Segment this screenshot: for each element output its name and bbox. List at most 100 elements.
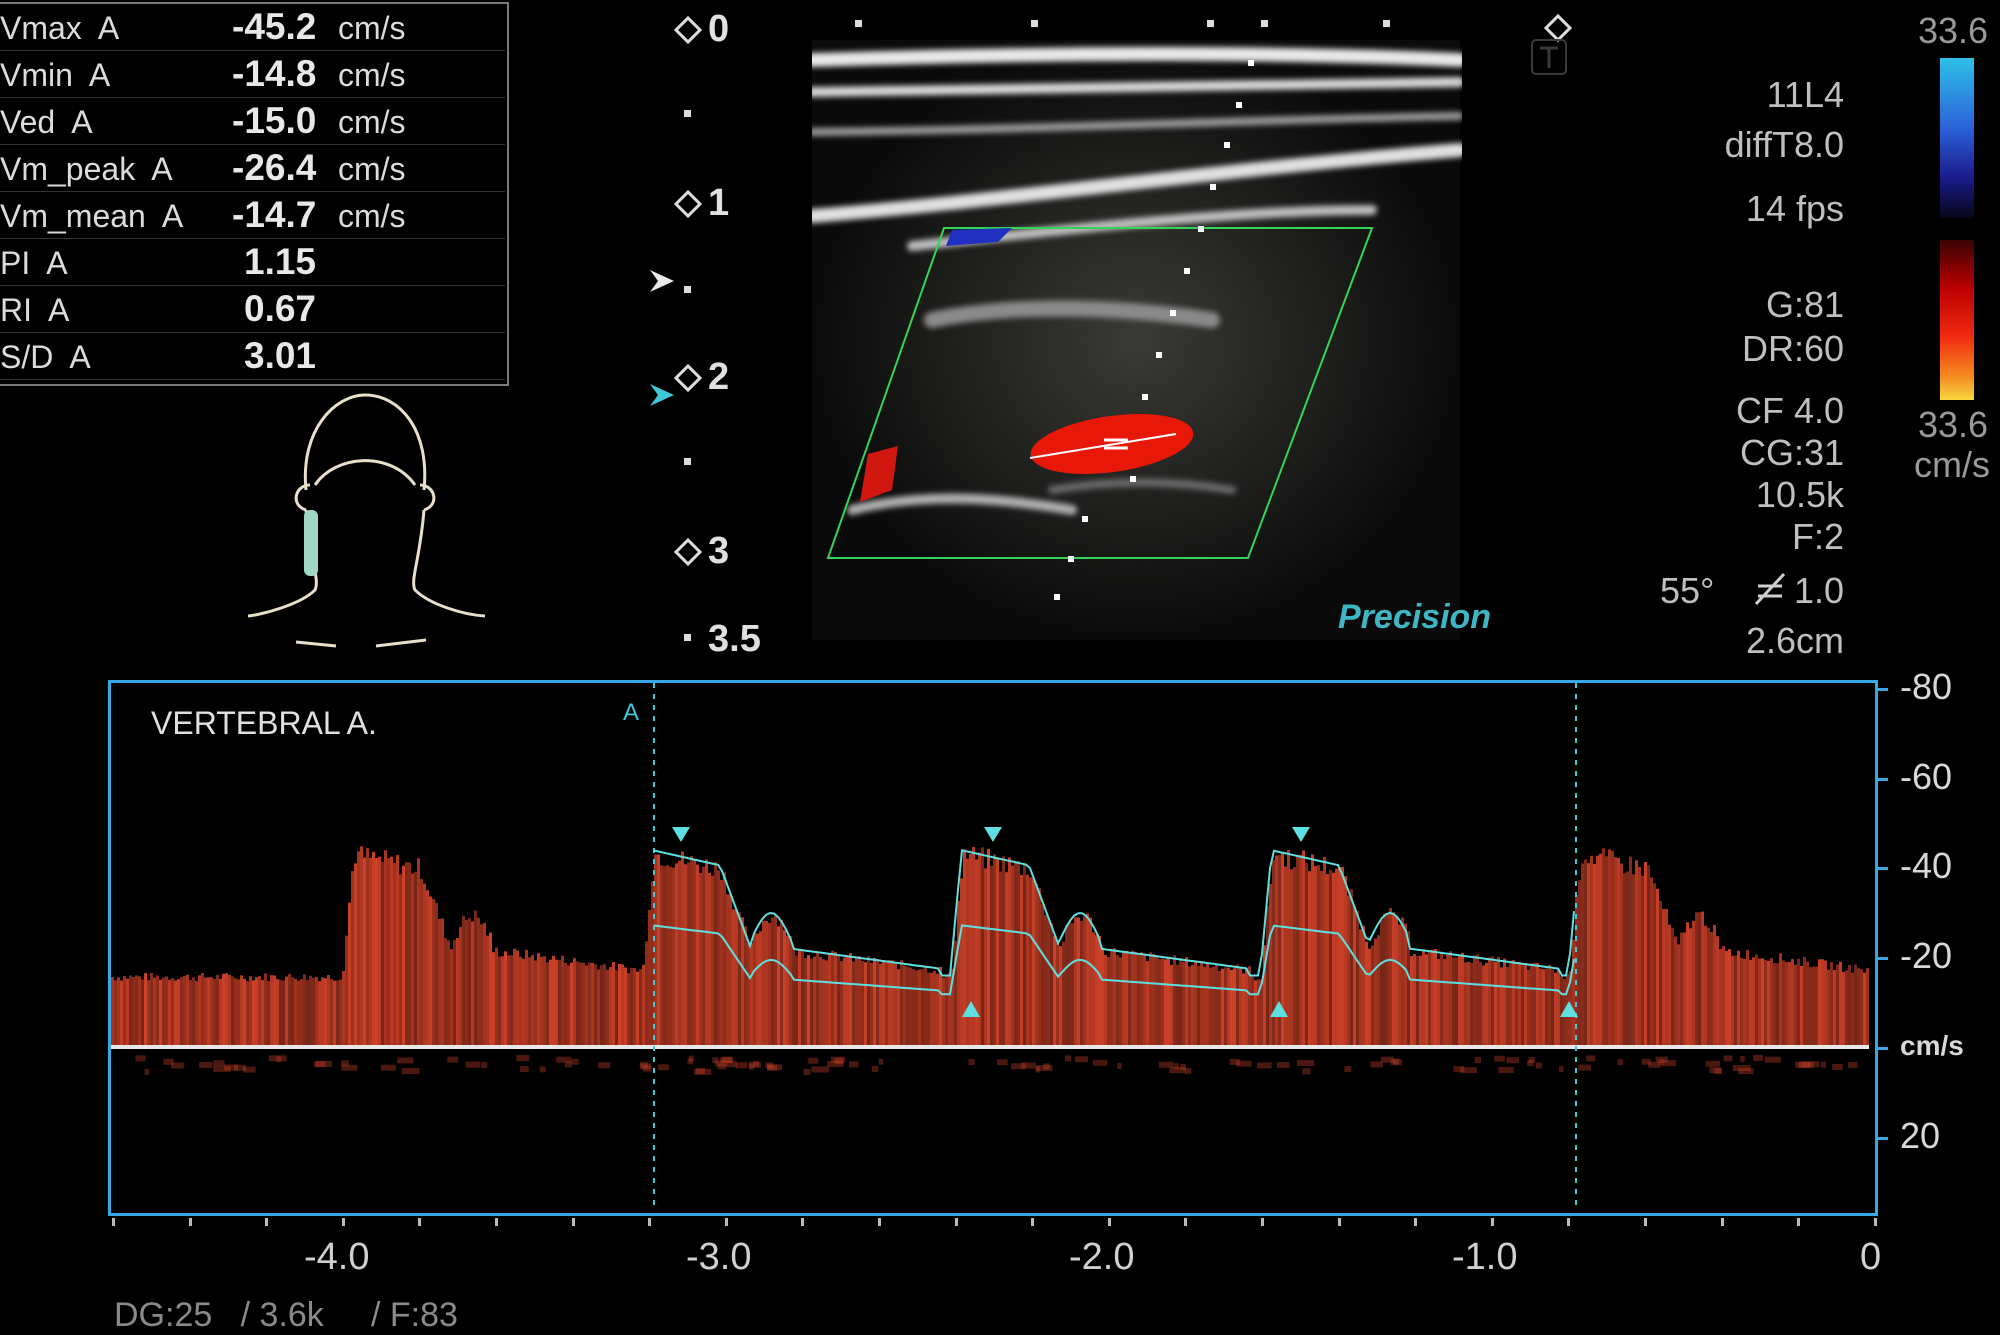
x-tick <box>1567 1218 1571 1226</box>
spectral-column <box>297 980 300 1047</box>
spectral-column <box>309 975 312 1047</box>
spectral-column <box>1164 959 1167 1047</box>
spectral-column <box>132 976 135 1047</box>
spectral-column <box>1413 953 1416 1047</box>
spectral-column <box>1818 959 1821 1047</box>
spectral-column <box>1377 935 1380 1047</box>
spectral-column <box>879 963 882 1047</box>
color-scale-bar-negative <box>1940 58 1974 218</box>
spectral-column <box>1251 976 1254 1047</box>
spectral-column <box>891 960 894 1047</box>
probe-name: 11L4 <box>1766 74 1844 115</box>
bmode-image[interactable] <box>812 20 1462 640</box>
spectral-column <box>927 972 930 1047</box>
spectral-column <box>1488 957 1491 1047</box>
spectral-column <box>1815 966 1818 1047</box>
x-tick <box>801 1218 805 1226</box>
spectral-column <box>1803 956 1806 1047</box>
spectral-column <box>1785 962 1788 1047</box>
spectral-column <box>300 979 303 1047</box>
spectral-column <box>909 967 912 1047</box>
spectral-column <box>852 961 855 1047</box>
spectral-column <box>459 927 462 1047</box>
spectral-column <box>1791 959 1794 1047</box>
spectral-column <box>888 960 891 1047</box>
spectral-column <box>1146 961 1149 1047</box>
spectral-column <box>849 953 852 1047</box>
spectral-column <box>1494 961 1497 1047</box>
spectral-column <box>1674 936 1677 1047</box>
spectral-column <box>1548 964 1551 1047</box>
x-tick <box>724 1218 728 1226</box>
spectral-column <box>147 980 150 1047</box>
spectral-column <box>1269 883 1272 1047</box>
spectral-column <box>990 865 993 1047</box>
noise-speck <box>519 1066 529 1072</box>
spectral-column <box>1284 866 1287 1047</box>
color-scale-bar-positive <box>1940 240 1974 400</box>
noise-speck <box>564 1061 572 1068</box>
x-tick-label: -1.0 <box>1452 1236 1518 1278</box>
spectral-column <box>1830 962 1833 1047</box>
spectral-column <box>516 950 519 1047</box>
spectral-column <box>1668 924 1671 1047</box>
measurement-unit: cm/s <box>338 198 406 234</box>
spectral-column <box>1131 950 1134 1047</box>
noise-speck <box>1558 1065 1564 1072</box>
spectral-column <box>348 902 351 1047</box>
spectral-column <box>957 900 960 1047</box>
spectral-column <box>1542 969 1545 1047</box>
spectral-column <box>678 860 681 1047</box>
spectral-column <box>1341 866 1344 1047</box>
spectral-column <box>1749 960 1752 1047</box>
spectral-column <box>111 976 114 1047</box>
spectral-column <box>1524 962 1527 1047</box>
spectral-column <box>120 980 123 1047</box>
noise-speck <box>1092 1059 1108 1066</box>
spectral-column <box>771 917 774 1047</box>
spectral-column <box>618 963 621 1047</box>
noise-speck <box>1820 1061 1827 1068</box>
noise-speck <box>213 1060 225 1067</box>
spectral-column <box>1215 964 1218 1047</box>
spectral-column <box>840 961 843 1047</box>
spectral-column <box>600 965 603 1047</box>
spectral-column <box>1641 875 1644 1047</box>
spectral-column <box>1338 867 1341 1047</box>
spectral-column <box>1656 888 1659 1047</box>
measurement-value: -45.2 <box>232 6 317 47</box>
noise-speck <box>712 1057 719 1064</box>
measurement-row: RI A 0.67 <box>0 286 505 333</box>
spectral-column <box>1218 970 1221 1047</box>
spectral-column <box>228 974 231 1047</box>
spectral-column <box>750 943 753 1047</box>
spectral-column <box>1065 925 1068 1047</box>
noise-speck <box>1390 1058 1395 1065</box>
spectral-column <box>897 969 900 1047</box>
spectral-column <box>1755 954 1758 1047</box>
noise-speck <box>803 1069 811 1075</box>
spectral-column <box>1380 920 1383 1047</box>
spectral-column <box>495 947 498 1047</box>
noise-speck <box>1586 1055 1596 1062</box>
color-scale-unit: cm/s <box>1914 444 1990 485</box>
spectral-column <box>1311 854 1314 1047</box>
spectral-column <box>1746 950 1749 1047</box>
spectral-column <box>492 952 495 1047</box>
spectral-column <box>1680 932 1683 1047</box>
noise-speck <box>1494 1055 1505 1062</box>
spectral-column <box>1116 955 1119 1047</box>
spectral-column <box>501 956 504 1047</box>
spectral-column <box>1419 955 1422 1047</box>
spectral-column <box>1374 938 1377 1047</box>
spectral-column <box>1527 969 1530 1047</box>
x-tick <box>1490 1218 1494 1226</box>
spectral-column <box>453 940 456 1047</box>
spectral-column <box>759 931 762 1047</box>
spectral-column <box>672 867 675 1047</box>
noise-speck <box>401 1068 420 1075</box>
doppler-spectrum[interactable] <box>111 683 1869 1207</box>
spectral-column <box>783 930 786 1047</box>
spectral-column <box>960 878 963 1047</box>
spectral-column <box>966 858 969 1047</box>
